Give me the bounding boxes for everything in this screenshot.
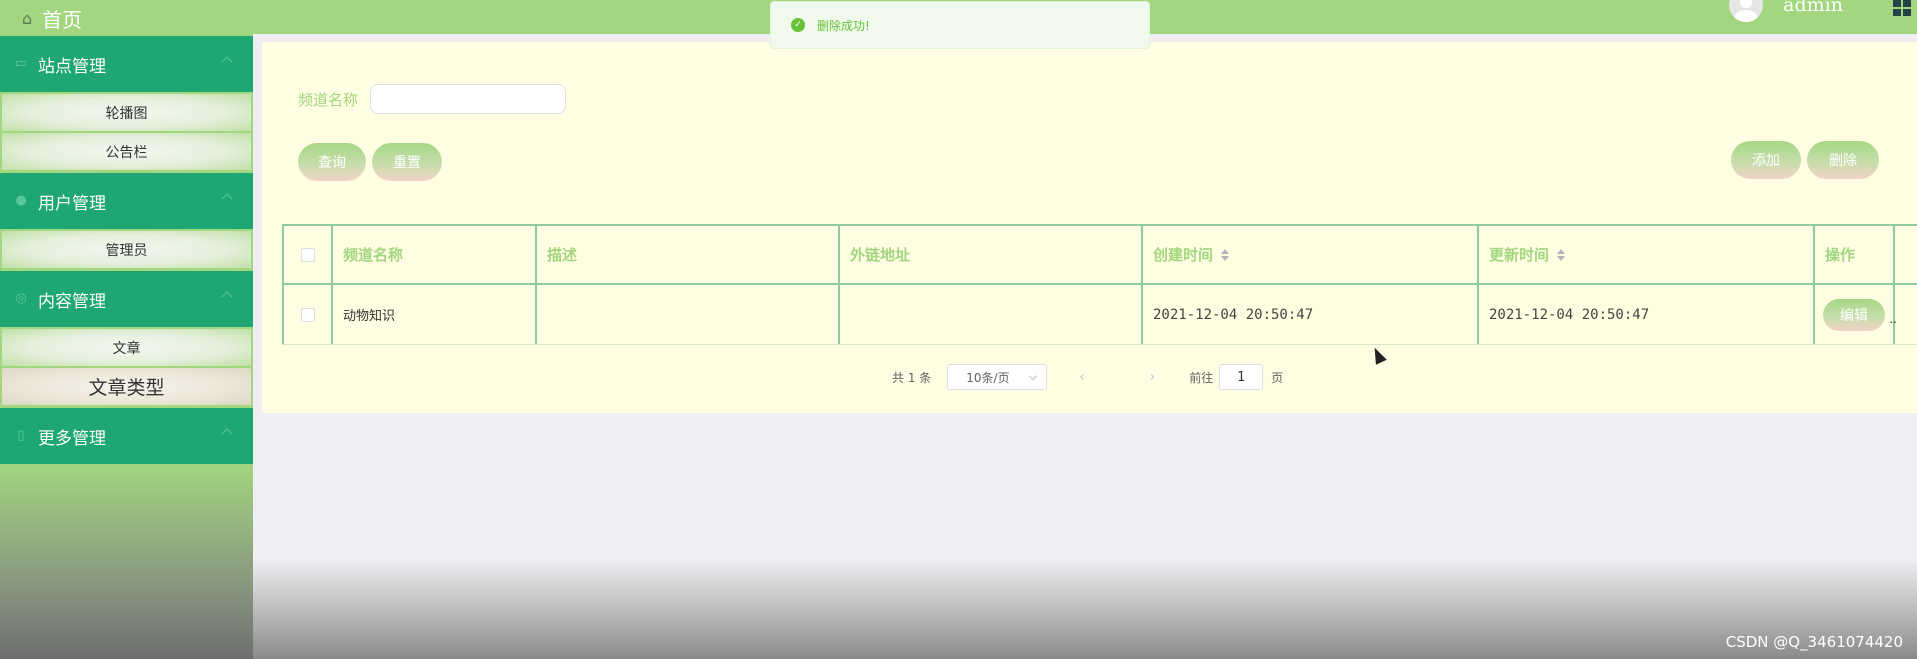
- sidebar-item-carousel[interactable]: 轮播图: [2, 94, 251, 131]
- sidebar-item-admin[interactable]: 管理员: [2, 231, 251, 268]
- sidebar-menu-more[interactable]: ▯ 更多管理: [0, 408, 253, 464]
- table-row: 动物知识 2021-12-04 20:50:47 2021-12-04 20:5…: [282, 285, 1917, 345]
- column-header: 操作: [1815, 226, 1895, 283]
- sidebar-home[interactable]: ⌂ 首页: [0, 0, 253, 36]
- sort-icon[interactable]: [1221, 248, 1230, 261]
- column-header: 描述: [537, 226, 840, 283]
- watermark: CSDN @Q_3461074420: [1725, 633, 1903, 651]
- monitor-icon: ▭: [14, 56, 28, 71]
- channel-name-input[interactable]: [370, 84, 567, 114]
- overflow-dots: ..: [1889, 312, 1897, 326]
- chevron-up-icon: [221, 291, 233, 303]
- cell-created: 2021-12-04 20:50:47: [1143, 285, 1479, 344]
- cell-description: [537, 285, 840, 344]
- sidebar-menu-content[interactable]: ◎ 内容管理: [0, 271, 253, 327]
- pagination: 共 1 条 10条/页 ‹ › 前往 1 页: [892, 364, 1283, 390]
- query-button[interactable]: 查询: [298, 143, 366, 181]
- sidebar-item-article-type[interactable]: 文章类型: [2, 368, 251, 405]
- column-header: 频道名称: [333, 226, 537, 283]
- column-header-created[interactable]: 创建时间: [1143, 226, 1479, 283]
- sidebar-menu-label: 内容管理: [38, 291, 106, 312]
- toast-message: 删除成功!: [817, 18, 870, 33]
- avatar: [1729, 0, 1764, 22]
- check-circle-icon: ✓: [791, 18, 805, 32]
- reset-button[interactable]: 重置: [372, 143, 442, 181]
- pagination-total: 共 1 条: [892, 370, 932, 385]
- chevron-left-icon[interactable]: ‹: [1079, 369, 1085, 385]
- chevron-up-icon: [221, 56, 233, 68]
- page-size-select[interactable]: 10条/页: [947, 364, 1048, 390]
- edit-button[interactable]: 编辑: [1823, 298, 1885, 331]
- grid-icon[interactable]: [1893, 0, 1911, 16]
- chevron-up-icon: [221, 428, 233, 440]
- table-header: 频道名称 描述 外链地址 创建时间 更新时间 操作: [282, 226, 1917, 285]
- content-panel: 频道名称 查询 重置 添加 删除 频道名称 描述 外链地址 创建时间 更新时间 …: [262, 42, 1917, 413]
- column-header-label: 更新时间: [1489, 246, 1550, 264]
- username: admin: [1783, 0, 1843, 16]
- footer-area: CSDN @Q_3461074420: [253, 560, 1917, 659]
- sort-icon[interactable]: [1557, 248, 1566, 261]
- page-suffix: 页: [1271, 370, 1284, 385]
- search-label: 频道名称: [298, 90, 359, 109]
- sidebar-menu-site[interactable]: ▭ 站点管理: [0, 36, 253, 92]
- content-icon: ◎: [15, 291, 27, 306]
- sidebar-menu-label: 更多管理: [38, 428, 106, 449]
- select-all-checkbox[interactable]: [300, 247, 315, 262]
- home-icon: ⌂: [22, 8, 33, 28]
- column-header: 外链地址: [840, 226, 1143, 283]
- chevron-right-icon[interactable]: ›: [1150, 369, 1156, 385]
- sidebar-item-notice[interactable]: 公告栏: [2, 133, 251, 170]
- column-header-updated[interactable]: 更新时间: [1479, 226, 1815, 283]
- delete-button[interactable]: 删除: [1807, 141, 1879, 179]
- add-button[interactable]: 添加: [1731, 141, 1801, 179]
- sidebar-home-label: 首页: [42, 7, 83, 32]
- book-icon: ▯: [17, 428, 25, 443]
- sidebar-menu-label: 用户管理: [38, 193, 106, 214]
- sidebar-menu-user[interactable]: ● 用户管理: [0, 173, 253, 229]
- user-icon: ●: [15, 193, 27, 208]
- search-form: 频道名称: [298, 84, 567, 114]
- data-table: 频道名称 描述 外链地址 创建时间 更新时间 操作 动物知识 2021-12-0…: [282, 224, 1917, 345]
- row-checkbox[interactable]: [300, 307, 315, 322]
- page-nav: ‹ ›: [1067, 369, 1167, 385]
- goto-label: 前往: [1189, 370, 1214, 385]
- page-number-input[interactable]: 1: [1219, 364, 1264, 390]
- success-toast: ✓ 删除成功!: [770, 1, 1150, 49]
- cell-name: 动物知识: [333, 285, 537, 344]
- cell-updated: 2021-12-04 20:50:47: [1479, 285, 1815, 344]
- sidebar: ⌂ 首页 ▭ 站点管理 轮播图 公告栏 ● 用户管理 管理员 ◎ 内容管理 文章…: [0, 0, 253, 659]
- chevron-up-icon: [221, 193, 233, 205]
- sidebar-menu-label: 站点管理: [38, 56, 106, 77]
- sidebar-item-article[interactable]: 文章: [2, 329, 251, 366]
- column-header-label: 创建时间: [1153, 246, 1214, 264]
- cell-link: [840, 285, 1143, 344]
- user-menu[interactable]: admin: [1729, 0, 1843, 22]
